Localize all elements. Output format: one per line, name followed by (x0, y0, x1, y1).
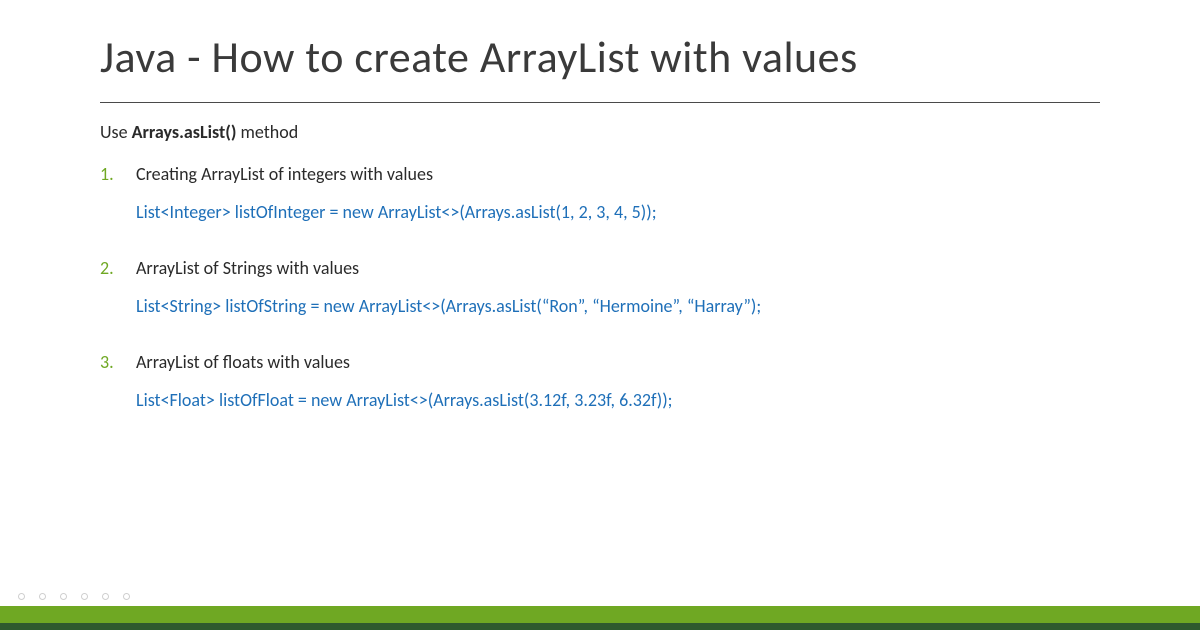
code-line: List<Float> listOfFloat = new ArrayList<… (136, 389, 1100, 411)
intro-suffix: method (236, 121, 298, 143)
dot-icon (81, 593, 88, 600)
item-text: ArrayList of floats with values (136, 351, 1100, 373)
code-line: List<String> listOfString = new ArrayLis… (136, 295, 1100, 317)
footer-bar (0, 606, 1200, 630)
slide-content: Java - How to create ArrayList with valu… (0, 0, 1200, 630)
page-title: Java - How to create ArrayList with valu… (100, 30, 1100, 84)
list-item: ArrayList of floats with values List<Flo… (100, 351, 1100, 411)
dot-icon (123, 593, 130, 600)
footer-green-bar (0, 606, 1200, 623)
code-line: List<Integer> listOfInteger = new ArrayL… (136, 201, 1100, 223)
numbered-list: Creating ArrayList of integers with valu… (100, 163, 1100, 411)
intro-prefix: Use (100, 121, 132, 143)
item-text: ArrayList of Strings with values (136, 257, 1100, 279)
dot-icon (39, 593, 46, 600)
dot-icon (102, 593, 109, 600)
decorative-dots (18, 593, 130, 600)
dot-icon (18, 593, 25, 600)
intro-bold: Arrays.asList() (132, 121, 237, 143)
item-text: Creating ArrayList of integers with valu… (136, 163, 1100, 185)
list-item: ArrayList of Strings with values List<St… (100, 257, 1100, 317)
footer-dark-bar (0, 623, 1200, 630)
dot-icon (60, 593, 67, 600)
title-divider (100, 102, 1100, 103)
list-item: Creating ArrayList of integers with valu… (100, 163, 1100, 223)
intro-line: Use Arrays.asList() method (100, 121, 1100, 143)
